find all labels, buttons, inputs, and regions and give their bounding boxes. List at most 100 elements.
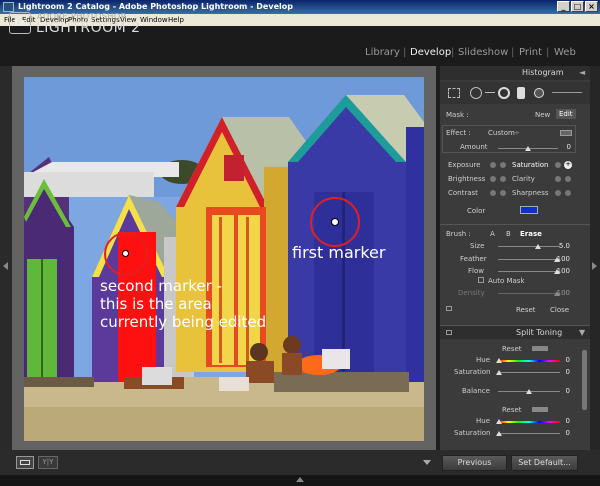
brush-overlay-icon[interactable] (446, 306, 452, 311)
left-panel-collapsed[interactable] (0, 66, 12, 450)
shadows-hue-track[interactable] (498, 421, 560, 423)
brightness-minus-icon[interactable] (490, 176, 496, 182)
second-marker-annotation: second marker - this is the area current… (100, 277, 266, 331)
module-print[interactable]: Print (519, 47, 542, 58)
highlights-reset[interactable]: Reset (502, 345, 522, 353)
compare-view-button[interactable]: Y|Y (38, 456, 58, 469)
flow-slider-track[interactable] (498, 271, 560, 272)
histogram-title: Histogram (522, 68, 564, 77)
saturation-label[interactable]: Saturation (512, 161, 549, 169)
shadows-hue-thumb[interactable] (496, 419, 502, 424)
shadows-swatch[interactable] (532, 407, 548, 412)
shadows-reset[interactable]: Reset (502, 406, 522, 414)
previous-button[interactable]: Previous (442, 455, 507, 471)
color-swatch[interactable] (520, 206, 538, 214)
exposure-minus-icon[interactable] (490, 162, 496, 168)
mask-edit-button[interactable]: Edit (556, 109, 576, 119)
balance-label: Balance (462, 387, 490, 395)
balance-value: 0 (565, 387, 570, 395)
highlights-swatch[interactable] (532, 346, 548, 351)
expand-filmstrip-arrow-icon[interactable] (296, 477, 304, 482)
clarity-minus-icon[interactable] (555, 176, 561, 182)
exposure-plus-icon[interactable] (500, 162, 506, 168)
brush-b-button[interactable]: B (506, 230, 511, 238)
module-library[interactable]: Library (365, 47, 400, 58)
sharpness-label[interactable]: Sharpness (512, 189, 549, 197)
feather-value: 100 (556, 255, 570, 263)
dropdown-arrow-icon[interactable]: ÷ (514, 129, 520, 137)
highlights-saturation-track[interactable] (498, 372, 560, 373)
density-slider-track[interactable] (498, 293, 560, 294)
module-separator: | (511, 47, 515, 58)
highlights-hue-track[interactable] (498, 360, 560, 362)
feather-slider-track[interactable] (498, 259, 560, 260)
spot-removal-icon[interactable] (470, 87, 482, 99)
maximize-button[interactable]: □ (571, 1, 584, 12)
contrast-label[interactable]: Contrast (448, 189, 478, 197)
contrast-plus-icon[interactable] (500, 190, 506, 196)
sharpness-plus-icon[interactable] (565, 190, 571, 196)
module-web[interactable]: Web (554, 47, 576, 58)
brush-label: Brush : (446, 230, 471, 238)
module-develop[interactable]: Develop (410, 47, 451, 58)
first-marker-annotation: first marker (292, 243, 386, 262)
panel-scroll-thumb[interactable] (582, 350, 587, 410)
mask-new-button[interactable]: New (535, 111, 550, 119)
menu-help[interactable]: Help (168, 16, 184, 24)
adjustment-brush-icon[interactable] (534, 88, 544, 98)
module-separator: | (451, 47, 455, 58)
balance-slider-thumb[interactable] (526, 389, 532, 394)
brush-erase-button[interactable]: Erase (520, 230, 542, 238)
second-marker-pin[interactable] (122, 250, 129, 257)
saturation-minus-icon[interactable] (555, 162, 561, 168)
saturation-plus-icon[interactable]: + (564, 161, 572, 169)
flow-label: Flow (468, 267, 484, 275)
panel-scrollbar[interactable] (590, 66, 600, 450)
menu-window[interactable]: Window (140, 16, 168, 24)
shadows-saturation-thumb[interactable] (496, 431, 502, 436)
set-default-button[interactable]: Set Default... (511, 455, 578, 471)
brush-size-line (552, 92, 582, 93)
expand-left-arrow-icon[interactable] (3, 262, 8, 270)
size-value: 5.0 (558, 242, 570, 250)
effect-toggle[interactable] (560, 130, 572, 136)
brush-a-button[interactable]: A (490, 230, 495, 238)
contrast-minus-icon[interactable] (490, 190, 496, 196)
size-slider-track[interactable] (498, 246, 560, 247)
graduated-filter-icon[interactable] (517, 87, 525, 99)
clarity-label[interactable]: Clarity (512, 175, 535, 183)
effect-dropdown[interactable]: Custom (488, 129, 515, 137)
clarity-plus-icon[interactable] (565, 176, 571, 182)
reset-button[interactable]: Reset (516, 306, 536, 314)
brightness-plus-icon[interactable] (500, 176, 506, 182)
histogram-header[interactable]: Histogram ◄ (440, 66, 590, 80)
crop-tool-icon[interactable] (448, 88, 460, 98)
loupe-view-button[interactable] (16, 456, 34, 469)
highlights-saturation-thumb[interactable] (496, 370, 502, 375)
brightness-label[interactable]: Brightness (448, 175, 485, 183)
shadows-saturation-value: 0 (565, 429, 570, 437)
collapse-arrow-icon[interactable]: ◄ (579, 68, 585, 77)
highlights-hue-thumb[interactable] (496, 358, 502, 363)
split-toning-header[interactable]: Split Toning ▼ (440, 325, 590, 339)
minimize-button[interactable]: _ (557, 1, 570, 12)
split-toning-toggle-icon[interactable] (446, 330, 452, 335)
shadows-saturation-track[interactable] (498, 433, 560, 434)
split-toning-arrow-icon[interactable]: ▼ (579, 328, 585, 337)
module-slideshow[interactable]: Slideshow (458, 47, 508, 58)
close-tool-button[interactable]: Close (550, 306, 569, 314)
automask-label[interactable]: Auto Mask (488, 277, 525, 285)
sharpness-minus-icon[interactable] (555, 190, 561, 196)
photo-canvas[interactable]: first marker second marker - this is the… (24, 77, 424, 441)
amount-slider-thumb[interactable] (525, 146, 531, 151)
first-marker-pin[interactable] (331, 218, 339, 226)
brand-title: LIGHTROOM 2 (36, 20, 141, 36)
collapse-right-arrow-icon[interactable] (592, 262, 597, 270)
size-slider-thumb[interactable] (535, 244, 541, 249)
redeye-icon[interactable] (498, 87, 510, 99)
annotation-line-3: currently being edited (100, 313, 267, 331)
toolbar-menu-arrow-icon[interactable] (423, 460, 431, 465)
close-button[interactable]: × (585, 1, 598, 12)
automask-checkbox[interactable] (478, 277, 484, 283)
exposure-label[interactable]: Exposure (448, 161, 480, 169)
